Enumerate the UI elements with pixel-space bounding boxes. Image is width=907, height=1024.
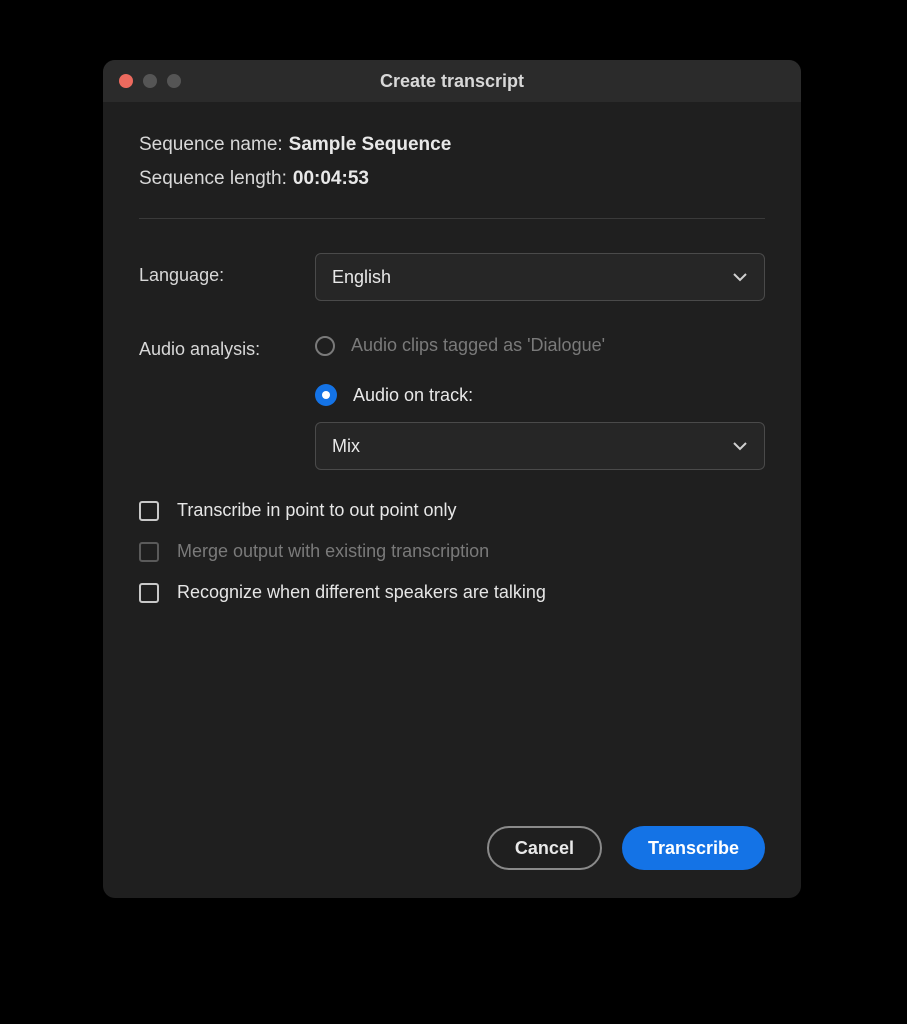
titlebar: Create transcript [103,60,801,102]
language-select-value: English [332,267,391,288]
radio-icon [315,384,337,406]
language-label: Language: [139,253,315,286]
checkbox-in-out-label: Transcribe in point to out point only [177,500,457,521]
sequence-name-label: Sequence name: [139,134,283,156]
checkbox-merge-output: Merge output with existing transcription [139,541,765,562]
checkbox-recognize-speakers[interactable]: Recognize when different speakers are ta… [139,582,765,603]
chevron-down-icon [732,269,748,285]
track-select[interactable]: Mix [315,422,765,470]
checkbox-icon [139,583,159,603]
sequence-name-value: Sample Sequence [289,134,452,156]
dialog-content: Sequence name: Sample Sequence Sequence … [103,102,801,631]
sequence-name-row: Sequence name: Sample Sequence [139,134,765,156]
radio-dialogue-label: Audio clips tagged as 'Dialogue' [351,335,605,356]
audio-analysis-row: Audio analysis: Audio clips tagged as 'D… [139,327,765,470]
checkbox-in-out-only[interactable]: Transcribe in point to out point only [139,500,765,521]
track-select-value: Mix [332,436,360,457]
cancel-button[interactable]: Cancel [487,826,602,870]
checkbox-speakers-label: Recognize when different speakers are ta… [177,582,546,603]
sequence-length-row: Sequence length: 00:04:53 [139,168,765,190]
dialog-footer: Cancel Transcribe [487,826,765,870]
traffic-lights [103,74,181,88]
sequence-length-label: Sequence length: [139,168,287,190]
audio-analysis-label: Audio analysis: [139,327,315,360]
radio-icon [315,336,335,356]
window-title: Create transcript [103,71,801,92]
chevron-down-icon [732,438,748,454]
create-transcript-dialog: Create transcript Sequence name: Sample … [103,60,801,898]
close-window-button[interactable] [119,74,133,88]
checkbox-icon [139,501,159,521]
checkbox-icon [139,542,159,562]
checkbox-merge-label: Merge output with existing transcription [177,541,489,562]
maximize-window-button[interactable] [167,74,181,88]
audio-analysis-radio-group: Audio clips tagged as 'Dialogue' Audio o… [315,327,765,470]
radio-audio-on-track[interactable]: Audio on track: [315,376,765,406]
language-row: Language: English [139,253,765,301]
transcribe-button[interactable]: Transcribe [622,826,765,870]
divider [139,218,765,219]
radio-dialogue-tagged: Audio clips tagged as 'Dialogue' [315,327,765,356]
radio-track-label: Audio on track: [353,385,473,406]
options-checkbox-list: Transcribe in point to out point only Me… [139,500,765,603]
minimize-window-button[interactable] [143,74,157,88]
language-select[interactable]: English [315,253,765,301]
sequence-length-value: 00:04:53 [293,168,369,190]
